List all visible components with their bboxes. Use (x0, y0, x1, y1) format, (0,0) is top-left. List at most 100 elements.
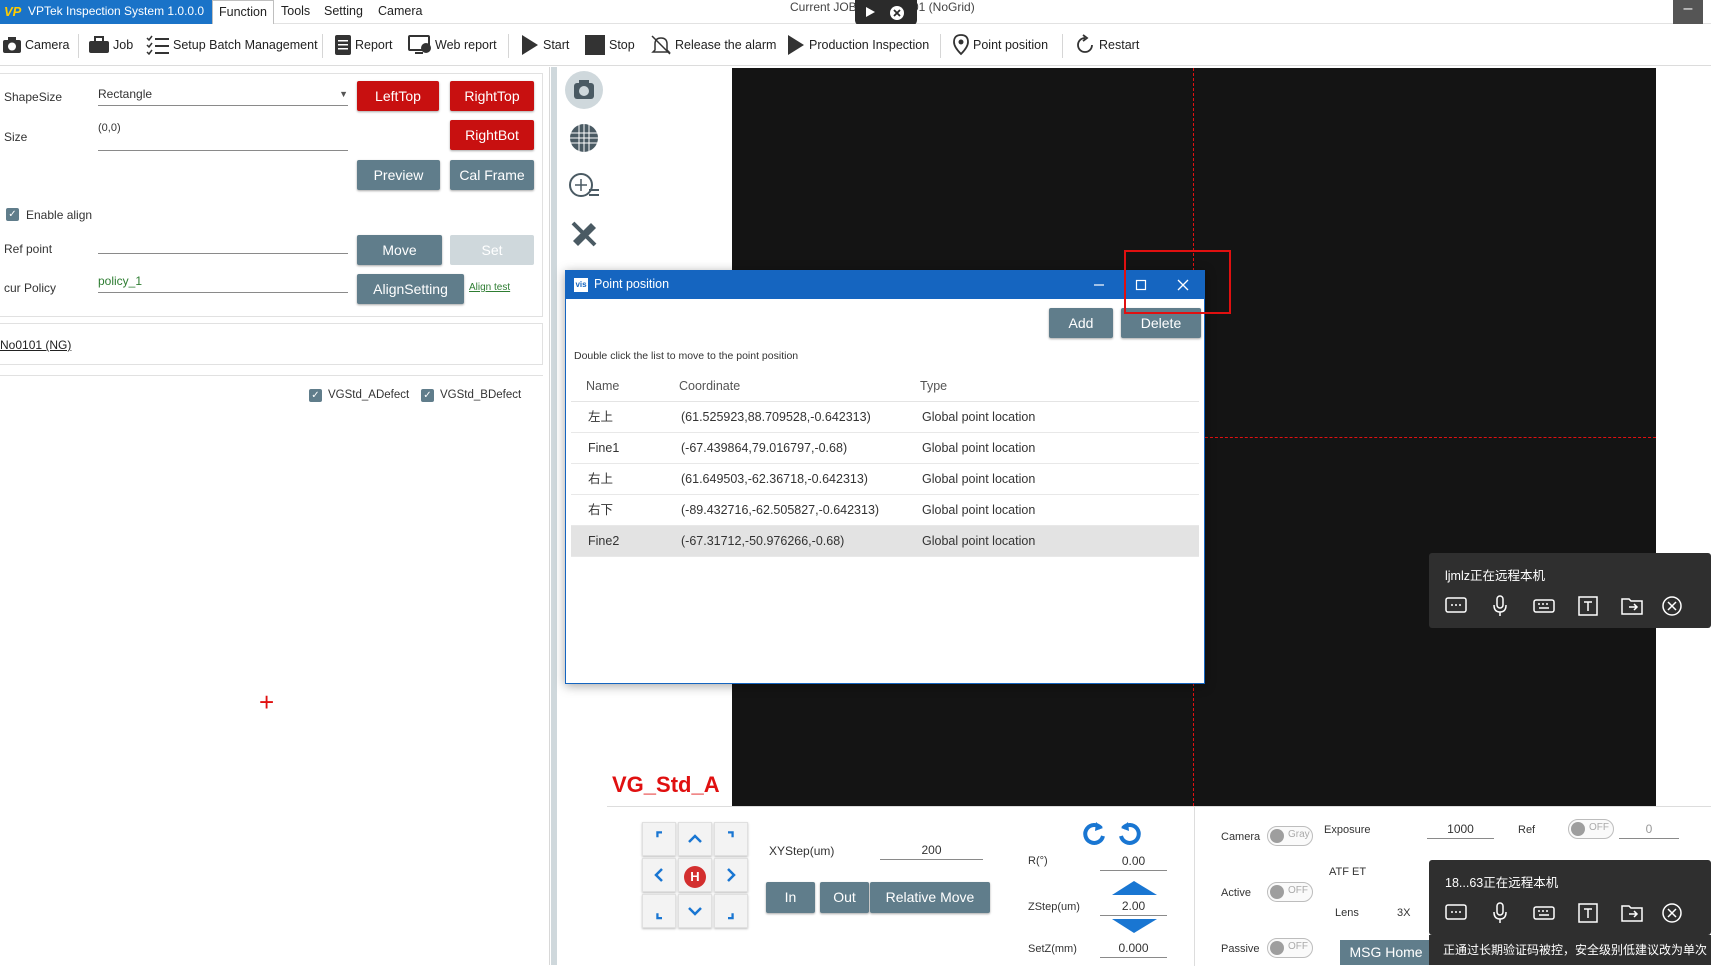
z-up-button[interactable] (1112, 881, 1157, 895)
setz-input[interactable]: 0.000 (1100, 938, 1167, 958)
msg-home-button[interactable]: MSG Home (1340, 940, 1432, 965)
menu-setting[interactable]: Setting (318, 0, 369, 24)
file-transfer-icon[interactable] (1619, 593, 1645, 619)
app-title-bar: VP VPTek Inspection System 1.0.0.0 (0, 0, 212, 24)
jog-up-button[interactable] (678, 822, 712, 856)
microphone-icon[interactable] (1487, 593, 1513, 619)
text-box-icon[interactable] (1575, 900, 1601, 926)
rotation-input[interactable]: 0.00 (1100, 851, 1167, 871)
jog-right-button[interactable] (714, 858, 748, 892)
zstep-input[interactable]: 2.00 (1100, 896, 1167, 916)
align-setting-button[interactable]: AlignSetting (357, 274, 464, 304)
move-button[interactable]: Move (357, 235, 442, 265)
remote-control-pill[interactable] (855, 0, 917, 26)
preview-button[interactable]: Preview (357, 160, 440, 190)
row-type: Global point location (922, 410, 1036, 424)
web-report-button[interactable]: Web report (408, 31, 497, 59)
column-name-header[interactable]: Name (586, 370, 619, 402)
cur-policy-input[interactable]: policy_1 (98, 271, 348, 293)
menu-camera[interactable]: Camera (372, 0, 428, 24)
jog-up-left-button[interactable]: ⌜ (642, 822, 676, 856)
rotate-cw-button[interactable] (1115, 819, 1145, 849)
app-icon: vis (574, 278, 588, 292)
check-adefect-checkbox[interactable]: ✓ (309, 389, 322, 402)
righttop-button[interactable]: RightTop (450, 81, 534, 111)
camera-mode-toggle[interactable]: Gray (1267, 826, 1313, 846)
grid-list-icon[interactable] (565, 167, 603, 205)
camera-button[interactable]: Camera (2, 31, 69, 59)
point-position-button[interactable]: Point position (952, 31, 1048, 59)
zoom-out-button[interactable]: Out (820, 882, 869, 913)
lens-value[interactable]: 3X (1397, 907, 1410, 919)
menu-tools[interactable]: Tools (275, 0, 316, 24)
start-button-label: Start (543, 38, 570, 52)
add-point-button[interactable]: Add (1049, 308, 1113, 338)
passive-toggle[interactable]: OFF (1267, 938, 1313, 958)
active-toggle[interactable]: OFF (1267, 882, 1313, 902)
file-transfer-icon[interactable] (1619, 900, 1645, 926)
ref-toggle[interactable]: OFF (1568, 819, 1614, 839)
rotate-ccw-button[interactable] (1079, 819, 1109, 849)
minimize-button[interactable]: – (1673, 0, 1703, 24)
production-inspection-button[interactable]: Production Inspection (786, 31, 929, 59)
jog-down-right-button[interactable]: ⌟ (714, 894, 748, 928)
column-type-header[interactable]: Type (920, 370, 947, 402)
lefttop-button[interactable]: LeftTop (357, 81, 439, 111)
release-alarm-button[interactable]: Release the alarm (650, 31, 776, 59)
item-link[interactable]: No0101 (NG) (0, 338, 71, 352)
dialog-minimize-button[interactable] (1078, 271, 1120, 299)
jog-down-button[interactable] (678, 894, 712, 928)
row-coordinate: (61.525923,88.709528,-0.642313) (681, 410, 871, 424)
stop-button[interactable]: Stop (584, 31, 635, 59)
keyboard-icon[interactable] (1531, 900, 1557, 926)
xystep-input[interactable]: 200 (880, 840, 983, 860)
row-type: Global point location (922, 534, 1036, 548)
grid-globe-icon[interactable] (565, 119, 603, 157)
table-row[interactable]: 右下 (-89.432716,-62.505827,-0.642313) Glo… (571, 495, 1199, 526)
set-button[interactable]: Set (450, 235, 534, 265)
dialog-title-bar[interactable]: vis Point position (566, 271, 1204, 299)
menu-function[interactable]: Function (212, 0, 274, 24)
zoom-in-button[interactable]: In (766, 882, 815, 913)
chat-icon[interactable] (1443, 593, 1469, 619)
jog-left-button[interactable] (642, 858, 676, 892)
keyboard-icon[interactable] (1531, 593, 1557, 619)
table-row[interactable]: 右上 (61.649503,-62.36718,-0.642313) Globa… (571, 464, 1199, 495)
jog-up-right-button[interactable]: ⌝ (714, 822, 748, 856)
setup-batch-button[interactable]: Setup Batch Management (146, 31, 318, 59)
report-button[interactable]: Report (334, 31, 393, 59)
size-input[interactable]: (0,0) (98, 119, 348, 151)
column-coordinate-header[interactable]: Coordinate (679, 370, 740, 402)
rightbot-button[interactable]: RightBot (450, 120, 534, 150)
enable-align-checkbox[interactable]: ✓ (6, 208, 19, 221)
table-row[interactable]: Fine1 (-67.439864,79.016797,-0.68) Globa… (571, 433, 1199, 464)
align-test-link[interactable]: Align test (469, 282, 510, 293)
ref-point-input[interactable] (98, 232, 348, 254)
restart-button[interactable]: Restart (1074, 31, 1139, 59)
grid-header: Name Coordinate Type (571, 370, 1199, 402)
checklist-icon (146, 35, 169, 55)
start-button[interactable]: Start (520, 31, 569, 59)
play-icon (866, 7, 875, 17)
jog-down-left-button[interactable]: ⌞ (642, 894, 676, 928)
highlight-annotation-box (1124, 250, 1231, 314)
close-circle-icon[interactable] (1659, 900, 1685, 926)
z-down-button[interactable] (1112, 919, 1157, 933)
close-circle-icon[interactable] (1659, 593, 1685, 619)
shape-size-select[interactable]: Rectangle ▼ (98, 84, 348, 106)
camera-capture-icon[interactable] (565, 71, 603, 109)
table-row[interactable]: 左上 (61.525923,88.709528,-0.642313) Globa… (571, 402, 1199, 433)
job-button[interactable]: Job (88, 31, 133, 59)
ref-input[interactable]: 0 (1619, 819, 1679, 839)
ruler-tools-icon[interactable] (565, 215, 603, 253)
chevron-up-icon (688, 834, 702, 843)
exposure-input[interactable]: 1000 (1427, 819, 1494, 839)
microphone-icon[interactable] (1487, 900, 1513, 926)
relative-move-button[interactable]: Relative Move (870, 882, 990, 913)
cal-frame-button[interactable]: Cal Frame (450, 160, 534, 190)
chat-icon[interactable] (1443, 900, 1469, 926)
text-box-icon[interactable] (1575, 593, 1601, 619)
table-row-selected[interactable]: Fine2 (-67.31712,-50.976266,-0.68) Globa… (571, 526, 1199, 557)
jog-home-button[interactable]: H (678, 858, 712, 892)
check-bdefect-checkbox[interactable]: ✓ (421, 389, 434, 402)
